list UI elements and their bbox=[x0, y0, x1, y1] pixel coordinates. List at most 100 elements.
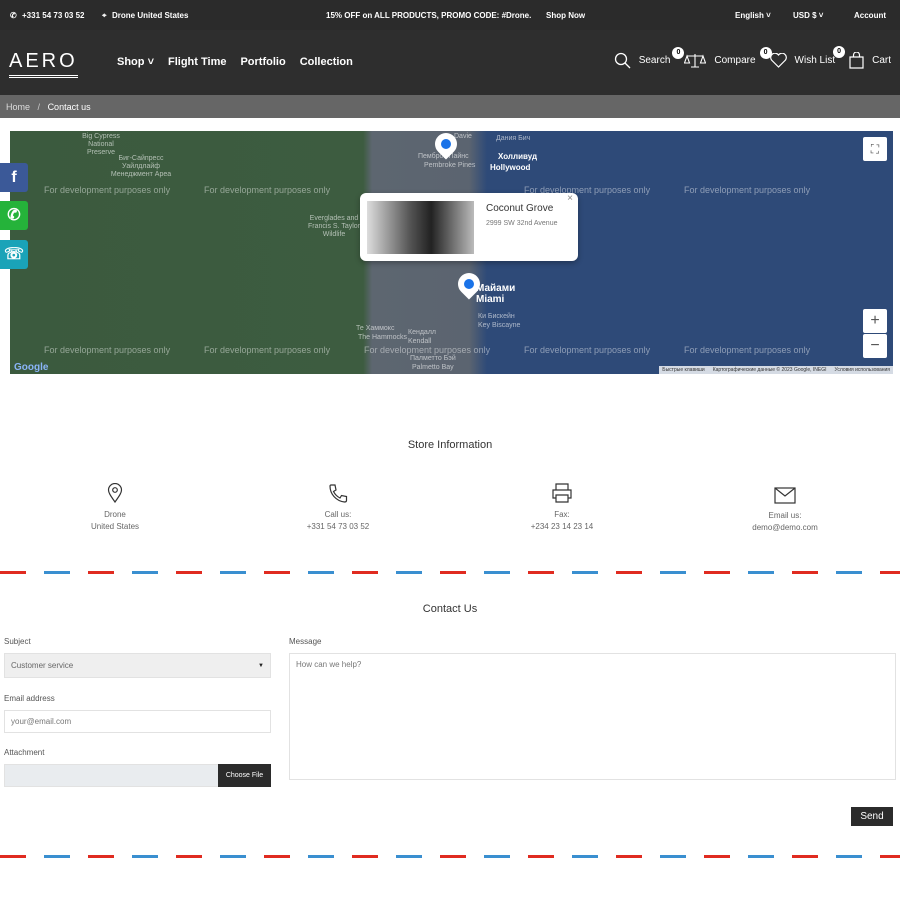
message-textarea[interactable]: How can we help? bbox=[289, 653, 896, 780]
map-label: Key Biscayne bbox=[478, 322, 521, 329]
heart-icon bbox=[769, 53, 787, 68]
map-label: Биг-Сайпресс Уайлдлайф Менеджмент Ареа bbox=[110, 155, 172, 178]
store-phone: Call us: +331 54 73 03 52 bbox=[238, 483, 438, 533]
subject-label: Subject bbox=[4, 637, 31, 646]
compare-count-badge: 0 bbox=[672, 46, 685, 59]
map-label: The Hammocks bbox=[358, 334, 408, 341]
cart-label: Cart bbox=[872, 55, 891, 66]
google-logo: Google bbox=[14, 362, 49, 373]
search-button[interactable]: Search bbox=[614, 52, 671, 69]
map-watermark: For development purposes only bbox=[684, 185, 811, 195]
map-watermark: For development purposes only bbox=[364, 345, 491, 355]
contact-title: Contact Us bbox=[422, 603, 478, 615]
whatsapp-share-button[interactable]: ✆ bbox=[0, 201, 28, 230]
info-line[interactable]: +331 54 73 03 52 bbox=[238, 521, 438, 533]
map-watermark: For development purposes only bbox=[204, 185, 331, 195]
info-line: United States bbox=[90, 522, 140, 531]
language-label: English bbox=[735, 11, 764, 20]
map-label: Палметто Бэй bbox=[410, 355, 456, 362]
zoom-out-button[interactable]: − bbox=[863, 334, 887, 358]
shop-now-link[interactable]: Shop Now bbox=[546, 11, 585, 20]
store-address: Drone United States bbox=[15, 483, 215, 533]
choose-file-button[interactable]: Choose File bbox=[218, 764, 271, 787]
info-line[interactable]: demo@demo.com bbox=[685, 522, 885, 534]
nav-shop[interactable]: Shop ˅ bbox=[117, 56, 154, 68]
shopping-bag-icon bbox=[849, 52, 864, 69]
attachment-label: Attachment bbox=[4, 748, 45, 757]
wishlist-label: Wish List bbox=[794, 55, 836, 66]
map-watermark: For development purposes only bbox=[204, 345, 331, 355]
top-location: Drone United States bbox=[112, 11, 189, 20]
keyboard-shortcuts-link[interactable]: Быстрые клавиши bbox=[662, 367, 704, 373]
map-label: Miami bbox=[476, 294, 505, 305]
map-label: Майами bbox=[476, 283, 516, 294]
zoom-in-button[interactable]: + bbox=[863, 309, 887, 333]
compare-label: Compare bbox=[714, 55, 756, 66]
main-header: AERO Shop ˅ Flight Time Portfolio Collec… bbox=[0, 30, 900, 95]
popup-address: 2999 SW 32nd Avenue bbox=[486, 220, 558, 227]
wishlist-button[interactable]: 0 Wish List bbox=[759, 47, 836, 68]
map-label: Те Хаммокс bbox=[356, 325, 395, 332]
currency-label: USD $ bbox=[793, 11, 817, 20]
email-input[interactable]: your@email.com bbox=[4, 710, 271, 733]
map-watermark: For development purposes only bbox=[684, 345, 811, 355]
nav-portfolio[interactable]: Portfolio bbox=[240, 56, 285, 68]
map-label: Palmetto Bay bbox=[412, 364, 454, 371]
header-tools: Search 0 Compare 0 Wish List 0 Cart bbox=[604, 46, 891, 69]
message-label: Message bbox=[289, 637, 322, 646]
store-photo bbox=[367, 201, 474, 254]
info-line: Drone bbox=[104, 510, 126, 519]
facebook-share-button[interactable]: f bbox=[0, 163, 28, 192]
map-watermark: For development purposes only bbox=[524, 345, 651, 355]
logo[interactable]: AERO bbox=[9, 50, 78, 78]
search-icon bbox=[614, 52, 631, 69]
cart-button[interactable]: 0 Cart bbox=[833, 46, 891, 69]
cart-count-badge: 0 bbox=[833, 46, 846, 58]
nav-collection[interactable]: Collection bbox=[300, 56, 353, 68]
location-icon: ⌖ bbox=[102, 11, 107, 20]
map-label: Кендалл bbox=[408, 329, 436, 336]
language-select[interactable]: English ˅ bbox=[735, 11, 771, 20]
map-label: Big Cypress National Preserve bbox=[82, 133, 120, 156]
breadcrumb: Home / Contact us bbox=[0, 95, 900, 118]
map-label: Everglades and Francis S. Taylor Wildlif… bbox=[308, 215, 360, 238]
map-data-text: Картографические данные © 2023 Google, I… bbox=[712, 367, 827, 373]
info-line: Call us: bbox=[324, 510, 352, 519]
google-map[interactable]: Big Cypress National Preserve Биг-Сайпре… bbox=[10, 131, 893, 374]
breadcrumb-separator: / bbox=[37, 102, 41, 112]
phone-callback-icon: ☏ bbox=[3, 246, 24, 263]
wishlist-count-badge: 0 bbox=[759, 47, 772, 59]
info-line: +234 23 14 23 14 bbox=[530, 522, 594, 531]
promo-text: 15% OFF on ALL PRODUCTS, PROMO CODE: #Dr… bbox=[326, 11, 532, 20]
map-info-window: Coconut Grove 2999 SW 32nd Avenue × bbox=[360, 193, 578, 261]
map-label: Hollywood bbox=[490, 163, 531, 172]
close-icon[interactable]: × bbox=[567, 193, 573, 204]
call-button[interactable]: ☏ bbox=[0, 240, 28, 269]
subject-select[interactable]: Customer service ▼ bbox=[4, 653, 271, 678]
phone-icon: ✆ bbox=[10, 11, 17, 20]
fullscreen-button[interactable]: ⛶ bbox=[863, 137, 887, 161]
search-label: Search bbox=[638, 55, 671, 66]
send-button[interactable]: Send bbox=[851, 807, 893, 826]
map-label: Холливуд bbox=[498, 152, 538, 161]
compare-button[interactable]: 0 Compare bbox=[672, 46, 756, 69]
map-label: Pembroke Pines bbox=[424, 162, 476, 169]
printer-icon bbox=[552, 483, 572, 503]
chevron-down-icon: ˅ bbox=[147, 56, 154, 68]
info-line: Fax: bbox=[554, 510, 570, 519]
store-fax: Fax: +234 23 14 23 14 bbox=[462, 483, 662, 533]
main-nav: Shop ˅ Flight Time Portfolio Collection bbox=[117, 56, 353, 68]
map-attribution: Быстрые клавиши Картографические данные … bbox=[659, 366, 893, 374]
map-watermark: For development purposes only bbox=[44, 185, 171, 195]
currency-select[interactable]: USD $ ˅ bbox=[793, 11, 823, 20]
account-link[interactable]: Account bbox=[854, 11, 886, 20]
nav-flight-time[interactable]: Flight Time bbox=[168, 56, 226, 68]
top-bar: ✆ +331 54 73 03 52 ⌖ Drone United States… bbox=[0, 0, 900, 30]
attachment-input[interactable] bbox=[4, 764, 219, 787]
popup-title: Coconut Grove bbox=[486, 203, 554, 214]
terms-link[interactable]: Условия использования bbox=[835, 367, 891, 373]
store-info-title: Store Information bbox=[407, 439, 493, 451]
caret-down-icon: ▼ bbox=[258, 662, 264, 669]
nav-label: Shop bbox=[117, 56, 145, 68]
breadcrumb-home[interactable]: Home bbox=[6, 102, 30, 112]
